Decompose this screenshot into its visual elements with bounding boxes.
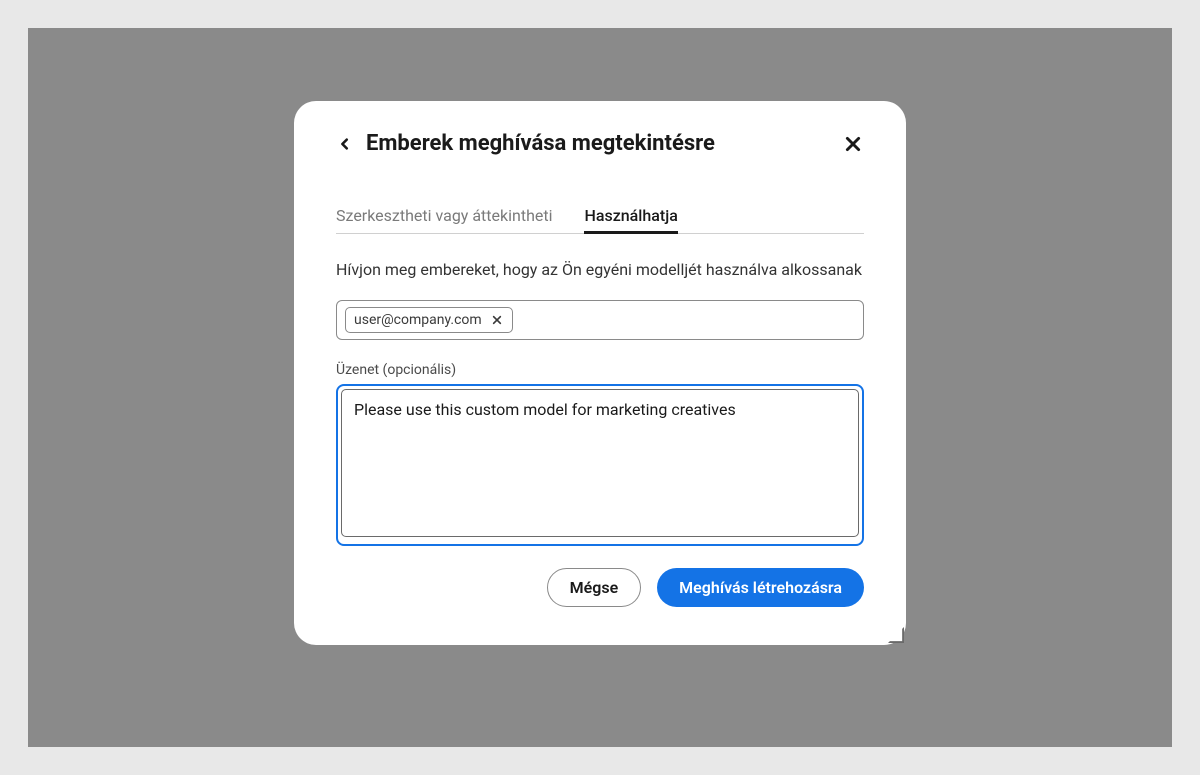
back-icon[interactable] — [336, 135, 354, 153]
close-icon[interactable] — [842, 133, 864, 155]
dialog-header: Emberek meghívása megtekintésre — [336, 131, 864, 156]
dialog-actions: Mégse Meghívás létrehozásra — [336, 568, 864, 607]
message-textarea[interactable] — [341, 389, 859, 537]
message-label: Üzenet (opcionális) — [336, 362, 864, 378]
email-chip-text: user@company.com — [354, 312, 482, 328]
resize-handle-icon — [888, 627, 904, 643]
instruction-text: Hívjon meg embereket, hogy az Ön egyéni … — [336, 258, 864, 282]
invite-button[interactable]: Meghívás létrehozásra — [657, 568, 864, 607]
cancel-button[interactable]: Mégse — [547, 568, 642, 607]
email-input[interactable]: user@company.com — [336, 300, 864, 340]
chip-remove-icon[interactable] — [490, 313, 504, 327]
modal-backdrop: Emberek meghívása megtekintésre Szerkesz… — [28, 28, 1172, 747]
invite-dialog: Emberek meghívása megtekintésre Szerkesz… — [294, 101, 906, 645]
tab-edit-view[interactable]: Szerkesztheti vagy áttekintheti — [336, 198, 552, 233]
dialog-title: Emberek meghívása megtekintésre — [366, 131, 715, 156]
message-focus-ring — [336, 384, 864, 546]
tabs: Szerkesztheti vagy áttekintheti Használh… — [336, 198, 864, 234]
email-chip: user@company.com — [345, 307, 513, 333]
dialog-header-left: Emberek meghívása megtekintésre — [336, 131, 715, 156]
tab-use[interactable]: Használhatja — [584, 198, 677, 233]
